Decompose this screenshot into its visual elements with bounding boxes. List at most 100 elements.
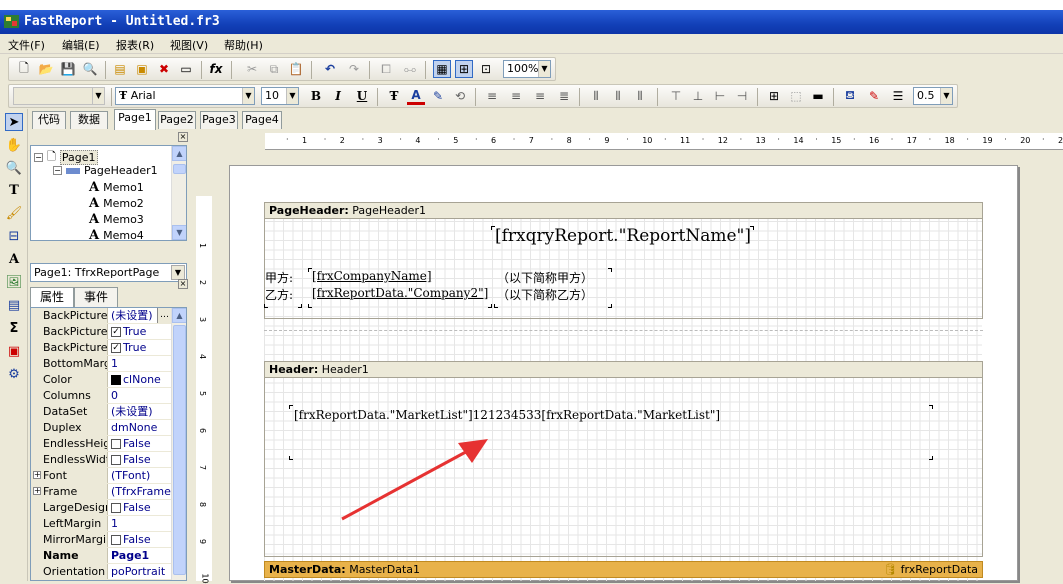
save-icon[interactable]: 💾 [59, 60, 77, 78]
checkbox[interactable] [111, 454, 121, 465]
property-row[interactable]: LargeDesignH False [31, 500, 172, 516]
align-justify-icon[interactable]: ≣ [555, 87, 573, 105]
frame-left-icon[interactable]: ⊢ [711, 87, 729, 105]
valign-bottom-icon[interactable]: ⦀ [631, 87, 649, 105]
align-center-icon[interactable]: ≡ [507, 87, 525, 105]
cut-icon[interactable]: ✂ [243, 60, 261, 78]
tab-data[interactable]: 数据 [70, 111, 108, 129]
richtext-icon[interactable]: ▣ [5, 342, 23, 360]
font-name-select[interactable]: Ŧ Arial ▼ [115, 87, 255, 105]
checkbox[interactable] [111, 502, 121, 513]
align-to-grid-icon[interactable]: ⊞ [455, 60, 473, 78]
property-value[interactable]: poPortrait [109, 564, 172, 579]
ungroup-icon[interactable]: ⧟ [401, 60, 419, 78]
scroll-up-icon[interactable]: ▲ [172, 146, 186, 161]
show-grid-icon[interactable]: ▦ [433, 60, 451, 78]
page-settings-icon[interactable]: ▭ [177, 60, 195, 78]
property-row[interactable]: EndlessWidth False [31, 452, 172, 468]
property-value[interactable]: False [109, 500, 172, 515]
hand-tool-icon[interactable]: ✋ [5, 136, 23, 154]
checkbox[interactable]: ✓ [111, 326, 121, 337]
tree-scrollbar[interactable]: ▲ ▼ [171, 146, 186, 240]
tree-node-memo3[interactable]: A Memo3 [89, 212, 144, 227]
align-right-icon[interactable]: ≡ [531, 87, 549, 105]
property-value[interactable]: ✓ True [109, 324, 172, 339]
format-painter-icon[interactable]: 🖌 [5, 204, 23, 222]
select-tool-icon[interactable]: ➤ [5, 113, 23, 131]
expand-icon[interactable]: + [33, 487, 41, 495]
property-value[interactable]: (TFont) [109, 468, 172, 483]
shadow-icon[interactable]: ▬ [809, 87, 827, 105]
property-value[interactable]: (未设置)… [109, 308, 172, 323]
preview-icon[interactable]: 🔍 [81, 60, 99, 78]
property-grid[interactable]: BackPicture(未设置)…BackPicturePr✓TrueBackP… [30, 307, 187, 581]
menu-help[interactable]: 帮助(H) [224, 37, 263, 53]
property-value[interactable]: False [109, 436, 172, 451]
scroll-up-icon[interactable]: ▲ [172, 308, 186, 323]
tree-node-memo2[interactable]: A Memo2 [89, 196, 144, 211]
font-color-icon[interactable]: A [407, 87, 425, 105]
new-dialog-icon[interactable]: ▣ [133, 60, 151, 78]
memo-company2[interactable]: [frxReportData."Company2"] [312, 286, 488, 300]
property-value[interactable]: dmNone [109, 420, 172, 435]
tab-page4[interactable]: Page4 [242, 111, 282, 129]
font-size-select[interactable]: 10 ▼ [261, 87, 299, 105]
subreport-icon[interactable]: ▤ [5, 296, 23, 314]
property-row[interactable]: Color clNone [31, 372, 172, 388]
scroll-down-icon[interactable]: ▼ [172, 225, 186, 240]
property-value[interactable]: ✓ True [109, 340, 172, 355]
picture-object-icon[interactable]: 🖼 [5, 273, 23, 291]
paste-icon[interactable]: 📋 [287, 60, 305, 78]
frame-right-icon[interactable]: ⊣ [733, 87, 751, 105]
checkbox[interactable]: ✓ [111, 342, 121, 353]
delete-page-icon[interactable]: ✖ [155, 60, 173, 78]
property-row[interactable]: Orientation poPortrait [31, 564, 172, 580]
scroll-thumb[interactable] [173, 164, 186, 174]
fill-color-icon[interactable]: ⛾ [841, 87, 859, 105]
property-row[interactable]: Columns 0 [31, 388, 172, 404]
frame-none-icon[interactable]: ⬚ [787, 87, 805, 105]
tab-page3[interactable]: Page3 [200, 111, 238, 129]
report-tree[interactable]: − 🗋 Page1 − PageHeader1 A Memo1 A Memo2 A Memo… [30, 145, 187, 241]
variables-icon[interactable]: fx [207, 60, 225, 78]
property-value[interactable]: 1 [109, 516, 172, 531]
header-band-title[interactable]: Header: Header1 [264, 361, 983, 378]
memo-company-name[interactable]: [frxCompanyName] [312, 269, 432, 283]
object-selector[interactable]: Page1: TfrxReportPage ▼ [30, 263, 187, 282]
tab-events[interactable]: 事件 [74, 287, 118, 307]
property-row[interactable]: EndlessHeigh False [31, 436, 172, 452]
memo-party-a-label[interactable]: 甲方: [265, 269, 293, 286]
valign-top-icon[interactable]: ⦀ [587, 87, 605, 105]
property-row[interactable]: BackPictureVi✓True [31, 340, 172, 356]
menu-edit[interactable]: 编辑(E) [62, 37, 100, 53]
checkbox[interactable] [111, 438, 121, 449]
property-scrollbar[interactable]: ▲ [171, 308, 186, 580]
zoom-select[interactable]: 100% ▼ [503, 60, 551, 78]
frame-style-icon[interactable]: ☰ [889, 87, 907, 105]
memo-report-name[interactable]: [frxqryReport."ReportName"] [495, 226, 751, 246]
property-row[interactable]: MirrorMargins False [31, 532, 172, 548]
memo-party-b-note[interactable]: （以下简称乙方） [497, 286, 593, 303]
frame-color-icon[interactable]: ✎ [865, 87, 883, 105]
tree-node-memo1[interactable]: A Memo1 [89, 180, 144, 195]
undo-icon[interactable]: ↶ [321, 60, 339, 78]
frame-width-select[interactable]: 0.5 ▼ [913, 87, 953, 105]
tab-code[interactable]: 代码 [32, 111, 66, 129]
text-object-icon[interactable]: A [5, 250, 23, 268]
font-settings-icon[interactable]: Ŧ [385, 87, 403, 105]
fit-to-grid-icon[interactable]: ⊡ [477, 60, 495, 78]
property-row[interactable]: Font + (TFont) [31, 468, 172, 484]
tree-node-pageheader1[interactable]: − PageHeader1 [53, 164, 158, 177]
scroll-thumb[interactable] [173, 325, 186, 575]
property-value[interactable]: False [109, 452, 172, 467]
text-tool-icon[interactable]: T [5, 181, 23, 199]
property-row[interactable]: Frame + (TfrxFrame) [31, 484, 172, 500]
new-icon[interactable]: 🗋 [15, 60, 33, 78]
redo-icon[interactable]: ↷ [345, 60, 363, 78]
more-objects-icon[interactable]: ⚙ [5, 365, 23, 383]
menu-file[interactable]: 文件(F) [8, 37, 45, 53]
memo-market-list[interactable]: [frxReportData."MarketList"]121234533[fr… [294, 408, 720, 422]
menu-report[interactable]: 报表(R) [116, 37, 154, 53]
property-value[interactable]: False [109, 532, 172, 547]
property-row[interactable]: LeftMargin 1 [31, 516, 172, 532]
